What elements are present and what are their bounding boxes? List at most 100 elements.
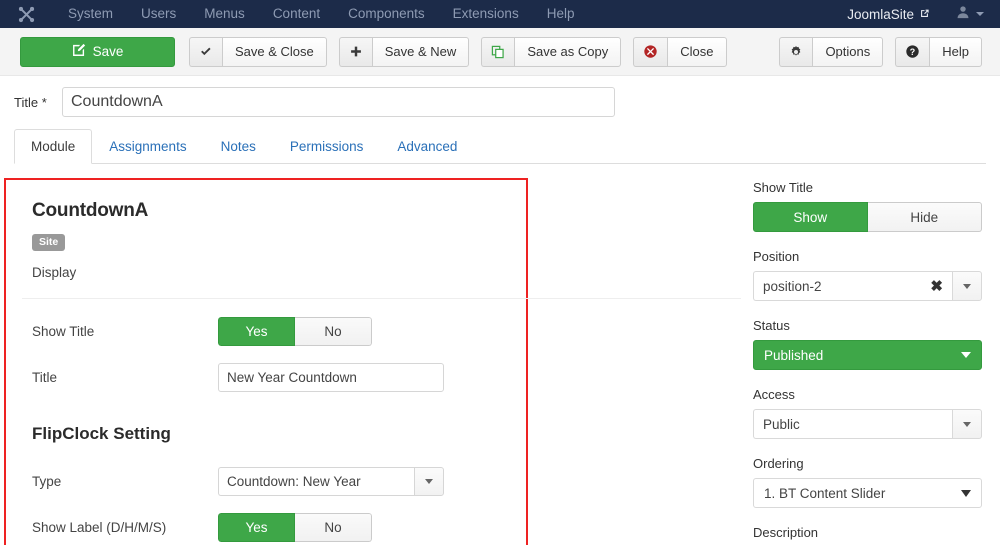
copy-icon[interactable] xyxy=(481,36,515,67)
show-label-yes-button[interactable]: Yes xyxy=(218,512,295,542)
tab-bar: Module Assignments Notes Permissions Adv… xyxy=(14,129,986,164)
chevron-down-icon[interactable] xyxy=(952,271,982,301)
joomla-logo-icon[interactable] xyxy=(16,4,36,24)
ordering-label: Ordering xyxy=(753,456,804,471)
site-preview-link[interactable]: JoomlaSite xyxy=(847,7,956,22)
close-group: Close xyxy=(633,36,727,67)
position-select-value: position-2 xyxy=(763,278,822,294)
check-icon[interactable] xyxy=(189,36,222,67)
status-select-value: Published xyxy=(764,347,824,363)
status-badge: Site xyxy=(32,234,66,251)
tab-module[interactable]: Module xyxy=(14,129,93,164)
flipclock-section-heading: FlipClock Setting xyxy=(32,424,171,443)
show-title-yes-button[interactable]: Yes xyxy=(218,316,295,346)
chevron-down-icon xyxy=(961,489,971,497)
show-label-no-button[interactable]: No xyxy=(295,512,372,542)
sidebar-show-title-toggle: Show Hide xyxy=(753,202,982,232)
options-button[interactable]: Options xyxy=(812,36,884,67)
position-select-value-wrap: position-2 ✖ xyxy=(753,271,952,301)
chevron-down-icon[interactable] xyxy=(414,466,444,496)
show-label-label: Show Label (D/H/M/S) xyxy=(32,519,167,535)
page-body: CountdownA Site Display Show Title Yes N… xyxy=(0,164,1000,545)
type-select-value: Countdown: New Year xyxy=(218,466,414,496)
module-settings-panel: CountdownA Site Display Show Title Yes N… xyxy=(4,178,741,545)
close-circle-icon[interactable] xyxy=(633,36,668,67)
nav-item-users[interactable]: Users xyxy=(127,0,190,28)
hide-button[interactable]: Hide xyxy=(867,202,982,232)
show-label-toggle: Yes No xyxy=(218,512,372,542)
show-button[interactable]: Show xyxy=(753,202,868,232)
access-label: Access xyxy=(753,387,795,402)
position-label: Position xyxy=(753,249,800,264)
show-title-label: Show Title xyxy=(32,323,95,339)
access-select-value-wrap: Public xyxy=(753,409,952,439)
help-button[interactable]: Help xyxy=(929,36,982,67)
nav-item-components[interactable]: Components xyxy=(334,0,439,28)
show-label-row: Show Label (D/H/M/S) Yes No xyxy=(32,504,510,545)
module-title-input[interactable] xyxy=(218,362,444,392)
save-and-new-group: Save & New xyxy=(338,36,470,67)
tab-advanced[interactable]: Advanced xyxy=(380,129,474,164)
nav-item-content[interactable]: Content xyxy=(259,0,334,28)
top-navigation-bar: System Users Menus Content Components Ex… xyxy=(0,0,1000,28)
chevron-down-icon xyxy=(976,12,984,16)
save-and-new-button[interactable]: Save & New xyxy=(371,36,470,67)
user-avatar-icon xyxy=(956,5,970,24)
module-title-label: Title xyxy=(32,369,58,385)
plus-icon[interactable] xyxy=(338,36,372,67)
access-select[interactable]: Public xyxy=(753,409,982,439)
type-label: Type xyxy=(32,473,62,489)
save-button[interactable]: Save xyxy=(20,36,175,67)
nav-item-help[interactable]: Help xyxy=(533,0,589,28)
ordering-select-value: 1. BT Content Slider xyxy=(764,485,886,501)
user-menu-button[interactable] xyxy=(956,5,988,24)
editor-toolbar: Save Save & Close Save & New Save as Cop… xyxy=(0,28,1000,76)
edit-pencil-square-icon xyxy=(72,43,86,60)
help-group: ? Help xyxy=(895,36,982,67)
save-as-copy-group: Save as Copy xyxy=(481,36,622,67)
position-select[interactable]: position-2 ✖ xyxy=(753,271,982,301)
status-select[interactable]: Published xyxy=(753,340,982,370)
site-link-label: JoomlaSite xyxy=(847,6,914,22)
module-settings-column: CountdownA Site Display Show Title Yes N… xyxy=(0,164,741,545)
save-and-close-group: Save & Close xyxy=(189,36,327,67)
external-link-icon xyxy=(919,7,930,22)
gear-icon[interactable] xyxy=(779,36,813,67)
save-button-label: Save xyxy=(92,44,124,59)
description-label: Description xyxy=(753,525,819,540)
chevron-down-icon xyxy=(961,352,971,358)
options-group: Options xyxy=(779,36,884,67)
nav-item-menus[interactable]: Menus xyxy=(190,0,259,28)
main-menu: System Users Menus Content Components Ex… xyxy=(54,0,588,28)
close-button[interactable]: Close xyxy=(667,36,727,67)
panel-heading: CountdownA xyxy=(32,200,149,221)
show-title-toggle: Yes No xyxy=(218,316,372,346)
save-as-copy-button[interactable]: Save as Copy xyxy=(514,36,622,67)
sidebar-show-title-label: Show Title xyxy=(753,180,813,195)
tab-assignments[interactable]: Assignments xyxy=(92,129,203,164)
section-divider xyxy=(22,298,741,299)
nav-item-system[interactable]: System xyxy=(54,0,127,28)
title-field-label: Title * xyxy=(14,94,47,110)
chevron-down-icon[interactable] xyxy=(952,409,982,439)
show-title-no-button[interactable]: No xyxy=(295,316,372,346)
show-title-row: Show Title Yes No xyxy=(32,308,510,354)
svg-text:?: ? xyxy=(910,47,915,57)
display-section-label: Display xyxy=(32,265,77,280)
question-circle-icon[interactable]: ? xyxy=(895,36,930,67)
clear-x-icon[interactable]: ✖ xyxy=(930,279,943,294)
title-field-row: Title * xyxy=(0,76,1000,118)
type-select[interactable]: Countdown: New Year xyxy=(218,466,444,496)
save-and-close-button[interactable]: Save & Close xyxy=(222,36,327,67)
top-nav-right-group: JoomlaSite xyxy=(847,5,988,24)
status-label: Status xyxy=(753,318,790,333)
tab-notes[interactable]: Notes xyxy=(204,129,273,164)
nav-item-extensions[interactable]: Extensions xyxy=(439,0,533,28)
module-sidebar: Show Title Show Hide Position position-2… xyxy=(735,164,1000,544)
ordering-select[interactable]: 1. BT Content Slider xyxy=(753,478,982,508)
type-row: Type Countdown: New Year xyxy=(32,458,510,504)
module-title-row: Title xyxy=(32,354,510,400)
access-select-value: Public xyxy=(763,416,800,432)
tab-permissions[interactable]: Permissions xyxy=(273,129,381,164)
title-input[interactable] xyxy=(62,87,615,117)
